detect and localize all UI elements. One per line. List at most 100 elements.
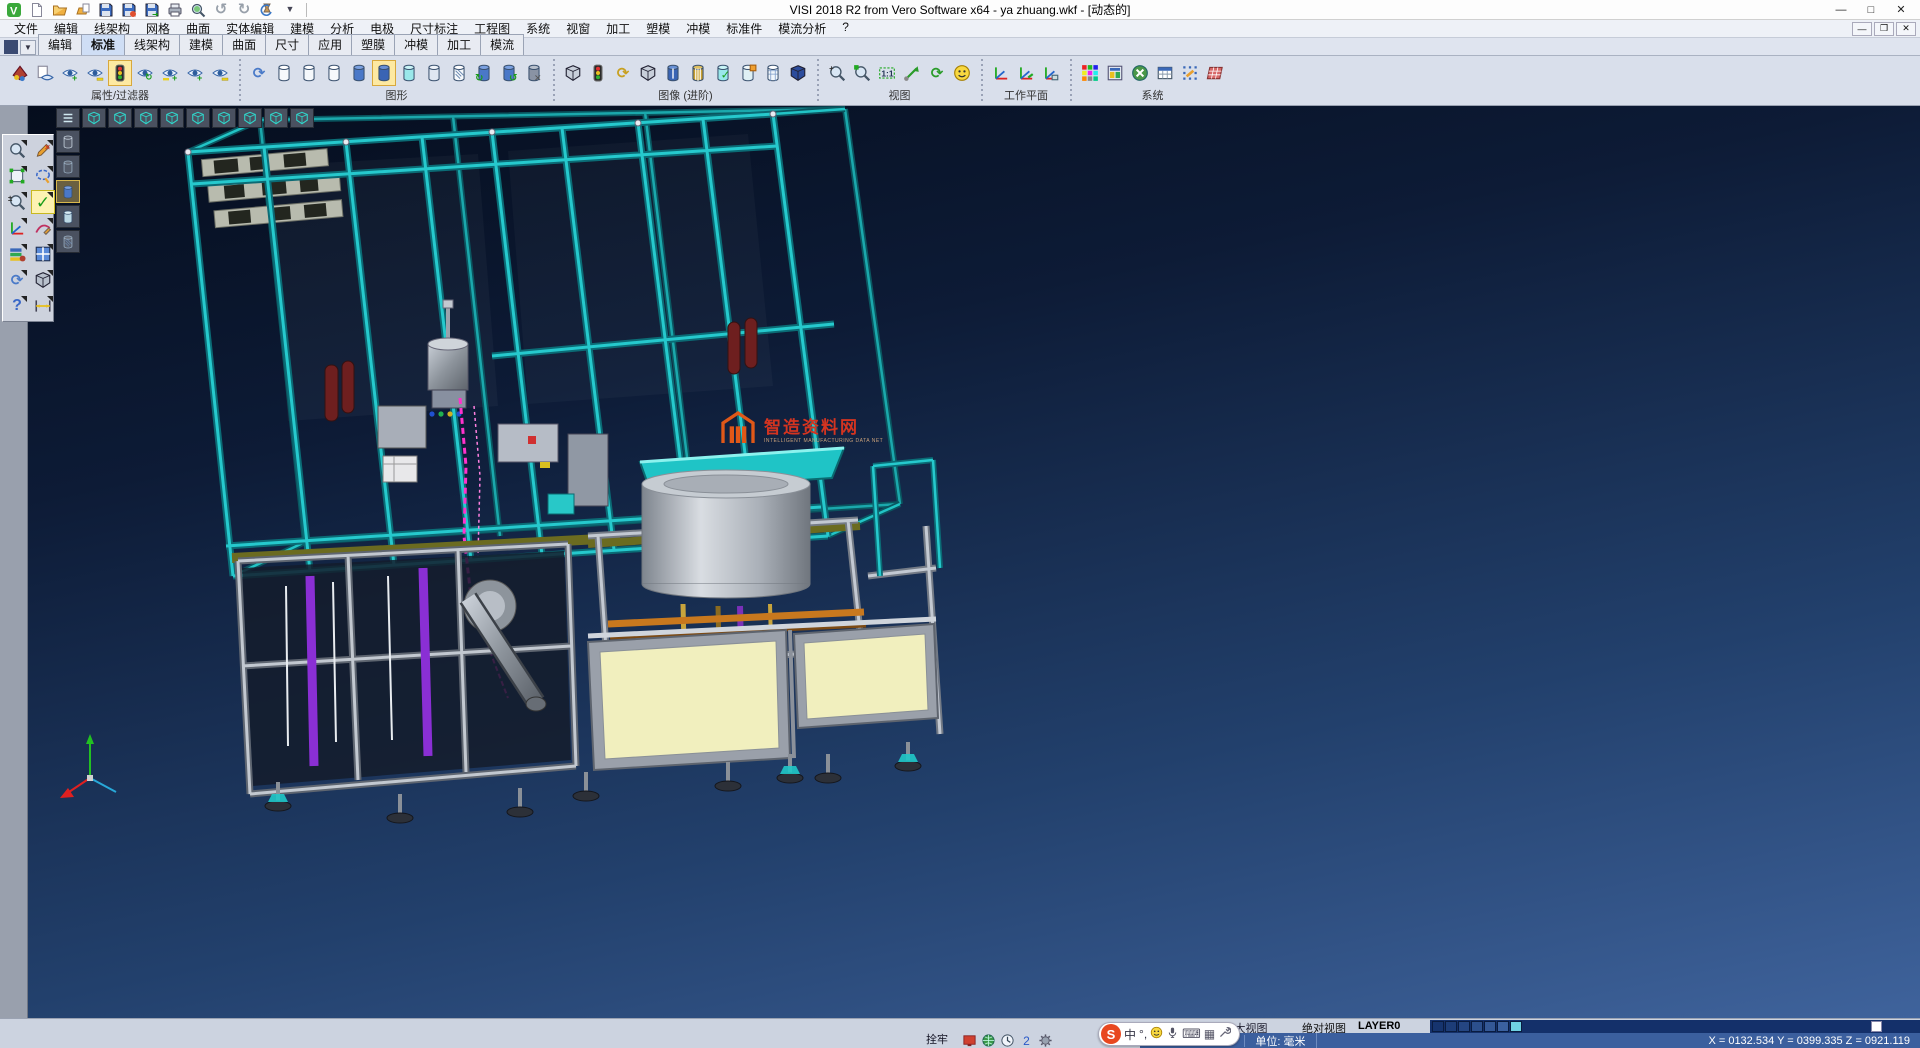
layer-swatch[interactable] [1445,1021,1457,1032]
cylinder-solid-dark-icon[interactable] [372,60,396,86]
cylinder-hatch-icon[interactable] [447,60,471,86]
tab-尺寸[interactable]: 尺寸 [265,34,309,55]
paint-visibility-icon[interactable] [8,60,32,86]
more-dropdown-icon[interactable]: ▼ [280,1,300,19]
shade-ghost-button[interactable] [56,205,80,228]
menu-?[interactable]: ? [834,19,857,38]
menu-冲模[interactable]: 冲模 [678,19,718,38]
grid-settings-icon[interactable] [1203,60,1227,86]
ime-smiley-icon[interactable] [1150,1026,1163,1042]
zoom-window-icon[interactable]: + [825,60,849,86]
shade-wire-button[interactable] [56,130,80,153]
menu-模流分析[interactable]: 模流分析 [770,19,834,38]
eye-remove-icon[interactable] [83,60,107,86]
menu-加工[interactable]: 加工 [598,19,638,38]
shade-hatch-button[interactable] [56,230,80,253]
window-colors-icon[interactable] [1103,60,1127,86]
tab-应用[interactable]: 应用 [308,34,352,55]
menu-标准件[interactable]: 标准件 [718,19,770,38]
save-export-icon[interactable]: ➜ [142,1,162,19]
shade-hidden-button[interactable] [56,155,80,178]
edit-delete-icon[interactable]: ✕ [31,138,55,162]
view-cube-top-button[interactable] [108,108,132,128]
workplane-axes-icon[interactable] [989,60,1013,86]
recent-history-icon[interactable] [257,1,277,19]
cubes-traffic-icon[interactable] [586,60,610,86]
tab-编辑[interactable]: 编辑 [38,34,82,55]
ime-logo[interactable]: S [1101,1024,1121,1044]
selection-frame-icon[interactable] [5,164,29,188]
tab-dropdown-button[interactable]: ▼ [20,40,36,55]
layer-swatch[interactable] [1458,1021,1470,1032]
layer-swatch[interactable] [1497,1021,1509,1032]
undo-icon[interactable]: ↺ [211,1,231,19]
system-tools-icon[interactable] [1128,60,1152,86]
regen-refresh-icon[interactable]: ⟳ [5,268,29,292]
print-preview-icon[interactable] [188,1,208,19]
layer-color-bar[interactable] [1430,1020,1920,1033]
doc-visibility-icon[interactable] [33,60,57,86]
active-layer-label[interactable]: LAYER0 [1358,1020,1400,1032]
cylinder-ghost-icon[interactable] [422,60,446,86]
workplane-edit-icon[interactable] [1014,60,1038,86]
workplane-align-icon[interactable] [1039,60,1063,86]
cylinder-wire2-icon[interactable] [297,60,321,86]
view-rotate-icon[interactable]: ⟳ [925,60,949,86]
menu-塑模[interactable]: 塑模 [638,19,678,38]
tab-建模[interactable]: 建模 [179,34,223,55]
input-2-tray-icon[interactable]: 2 [1019,1034,1034,1047]
eye-minus-icon[interactable] [208,60,232,86]
refresh-graphics-icon[interactable]: ⟳ [247,60,271,86]
minimize-button[interactable]: — [1852,22,1872,36]
cylinder-update-icon[interactable]: ↺ [497,60,521,86]
ime-toolbar[interactable]: S中°,⌨▦ [1098,1022,1240,1046]
cylinder-striped-icon[interactable] [686,60,710,86]
ime-punct-toggle[interactable]: °, [1139,1027,1147,1041]
view-cube-iso-3-button[interactable] [290,108,314,128]
gear-tray-icon[interactable] [1038,1034,1053,1047]
cylinder-check-icon[interactable]: ✓ [711,60,735,86]
shade-solid-button[interactable] [56,180,80,203]
menu-视窗[interactable]: 视窗 [558,19,598,38]
zoom-solid-icon[interactable]: ± [5,190,29,214]
tab-加工[interactable]: 加工 [437,34,481,55]
cubes-add-icon[interactable] [561,60,585,86]
cylinder-wire3-icon[interactable] [322,60,346,86]
restore-button[interactable]: ❒ [1874,22,1894,36]
tab-模流[interactable]: 模流 [480,34,524,55]
cubes-refresh-icon[interactable]: ⟳ [611,60,635,86]
view-cube-back-button[interactable] [212,108,236,128]
zoom-extents-icon[interactable] [850,60,874,86]
zoom-scale-1-1-icon[interactable]: 1:1 [875,60,899,86]
solid-cube-icon[interactable] [31,268,55,292]
clock-tray-icon[interactable] [1000,1034,1015,1047]
window-views-icon[interactable] [31,242,55,266]
cube-shaded-icon[interactable] [786,60,810,86]
measure-distance-icon[interactable] [31,294,55,318]
view-shade-smiley-icon[interactable] [950,60,974,86]
table-settings-icon[interactable] [1153,60,1177,86]
ime-board-icon[interactable]: ▦ [1204,1027,1215,1041]
redo-icon[interactable]: ↻ [234,1,254,19]
search-entity-icon[interactable] [5,138,29,162]
zoom-arrow-icon[interactable] [900,60,924,86]
3d-viewport[interactable]: 智造资料网 INTELLIGENT MANUFACTURING DATA NET [28,106,1920,1018]
cylinder-settings-icon[interactable]: ✕ [522,60,546,86]
cylinder-copy-icon[interactable] [736,60,760,86]
open-folder-icon[interactable] [50,1,70,19]
visi-logo-icon[interactable]: V [4,1,24,19]
view-cube-left-button[interactable] [186,108,210,128]
help-icon[interactable]: ? [5,294,29,318]
save-icon[interactable] [96,1,116,19]
cylinder-mesh-icon[interactable] [761,60,785,86]
layer-paint-icon[interactable] [5,242,29,266]
cylinder-wire-icon[interactable] [272,60,296,86]
eye-refresh-icon[interactable]: ↻ [133,60,157,86]
save-as-icon[interactable] [119,1,139,19]
traffic-filter-icon[interactable] [108,60,132,86]
eye-plusminus-icon[interactable]: + [158,60,182,86]
tab-冲模[interactable]: 冲模 [394,34,438,55]
cubes-plusminus-icon[interactable] [636,60,660,86]
layer-swatch[interactable] [1510,1021,1522,1032]
tab-标准[interactable]: 标准 [81,34,125,55]
